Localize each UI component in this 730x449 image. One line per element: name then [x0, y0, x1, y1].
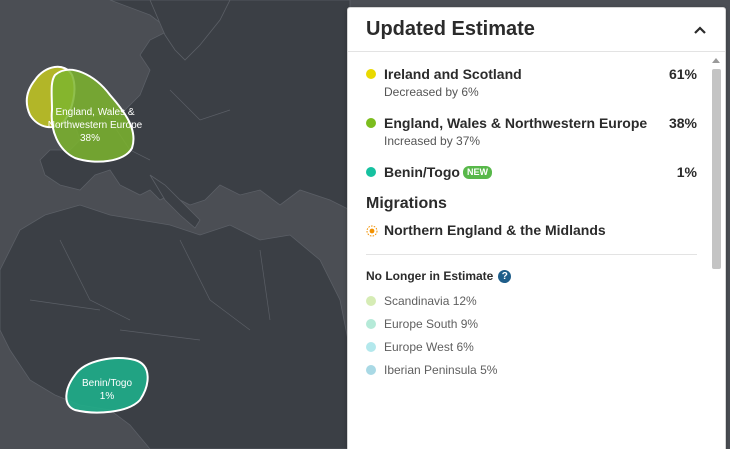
estimate-name: Benin/Togo [384, 164, 460, 180]
panel-title: Updated Estimate [366, 18, 535, 40]
legend-dot-icon [366, 69, 376, 79]
no-longer-title-row: No Longer in Estimate ? [366, 269, 697, 283]
no-longer-label: Europe West 6% [384, 339, 474, 354]
panel-header: Updated Estimate [348, 8, 725, 52]
region-label-england-line1: England, Wales & [55, 107, 134, 118]
no-longer-label: Iberian Peninsula 5% [384, 362, 498, 377]
scroll-up-arrow-icon[interactable] [709, 57, 723, 65]
panel-body: Ireland and Scotland Decreased by 6% 61%… [348, 53, 707, 449]
estimate-row-england-nw-europe[interactable]: England, Wales & Northwestern Europe Inc… [366, 114, 697, 149]
estimate-row-ireland-scotland[interactable]: Ireland and Scotland Decreased by 6% 61% [366, 65, 697, 100]
no-longer-item[interactable]: Europe West 6% [366, 335, 697, 358]
region-label-benin-percent: 1% [100, 391, 115, 402]
estimate-change: Increased by 37% [384, 134, 481, 148]
legend-dot-icon [366, 118, 376, 128]
estimate-name-wrap: Benin/Togo NEW [384, 163, 653, 181]
legend-dot-icon [366, 295, 376, 306]
region-label-england-percent: 38% [80, 133, 100, 144]
migration-item[interactable]: Northern England & the Midlands [366, 222, 697, 238]
estimate-percent: 61% [668, 66, 697, 82]
estimate-percent: 1% [676, 164, 697, 180]
region-label-england-line2: Northwestern Europe [48, 120, 143, 131]
no-longer-item[interactable]: Scandinavia 12% [366, 289, 697, 312]
estimate-name: Ireland and Scotland [384, 66, 522, 82]
no-longer-label: Scandinavia 12% [384, 293, 477, 308]
legend-dot-icon [366, 364, 376, 375]
estimate-panel: Updated Estimate Ireland and Scotland De… [347, 7, 726, 449]
migration-icon [366, 224, 378, 237]
legend-dot-icon [366, 341, 376, 352]
new-badge: NEW [462, 166, 492, 179]
no-longer-item[interactable]: Iberian Peninsula 5% [366, 358, 697, 381]
estimate-name: England, Wales & Northwestern Europe [384, 115, 648, 131]
legend-dot-icon [366, 167, 376, 177]
no-longer-title: No Longer in Estimate [366, 269, 494, 283]
no-longer-item[interactable]: Europe South 9% [366, 312, 697, 335]
estimate-row-benin-togo[interactable]: Benin/Togo NEW 1% [366, 163, 697, 181]
migration-label: Northern England & the Midlands [384, 222, 606, 238]
scroll-thumb[interactable] [712, 69, 721, 269]
divider [366, 254, 697, 255]
estimate-percent: 38% [668, 115, 697, 131]
legend-dot-icon [366, 318, 376, 329]
help-icon[interactable]: ? [498, 269, 512, 283]
chevron-up-icon[interactable] [689, 19, 711, 41]
estimate-change: Decreased by 6% [384, 85, 479, 99]
no-longer-label: Europe South 9% [384, 316, 479, 331]
region-label-benin-togo: Benin/Togo [82, 378, 132, 389]
scrollbar[interactable] [709, 53, 723, 449]
migrations-title: Migrations [366, 195, 447, 212]
